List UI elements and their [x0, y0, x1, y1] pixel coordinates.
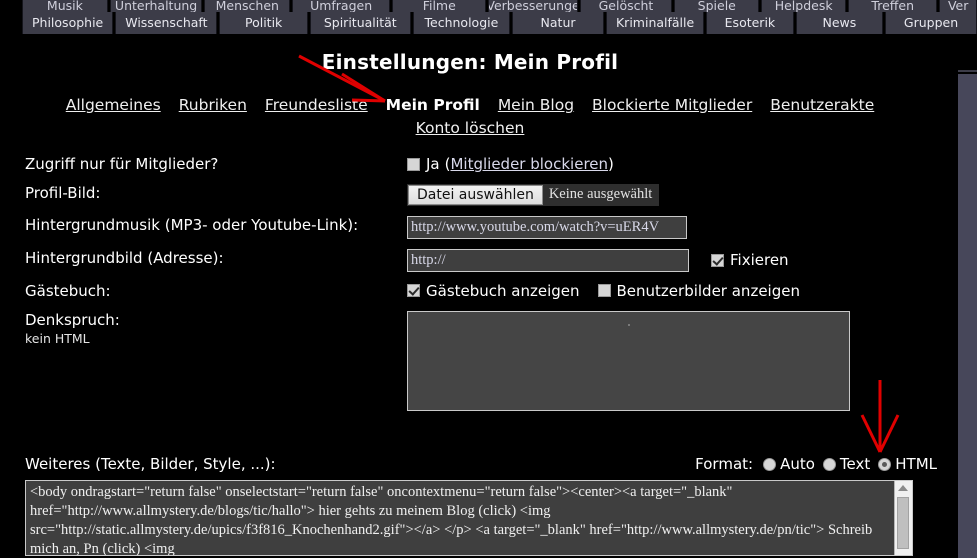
- category-navigation: Musik Unterhaltung Menschen Umfragen Filme Ve…: [0, 0, 977, 36]
- format-radio-auto[interactable]: [763, 457, 777, 471]
- settings-tabs: Allgemeines Rubriken Freundesliste Mein Pro…: [20, 96, 920, 137]
- access-checkbox-label: Ja: [426, 155, 440, 173]
- background-music-control: http://www.youtube.com/watch?v=uER4V: [407, 215, 940, 239]
- row-background-music: Hintergrundmusik (MP3- oder Youtube-Link…: [0, 215, 940, 239]
- show-guestbook-label: Gästebuch anzeigen: [426, 281, 580, 300]
- tab-blockierte-mitglieder[interactable]: Blockierte Mitglieder: [592, 96, 752, 114]
- access-label: Zugriff nur für Mitglieder?: [25, 155, 219, 173]
- more-textarea[interactable]: <body ondragstart="return false" onselec…: [26, 481, 894, 555]
- category-tab-partial[interactable]: Treffen: [848, 0, 938, 12]
- guestbook-label: Gästebuch:: [25, 281, 111, 300]
- textarea-scrollbar[interactable]: [894, 481, 912, 555]
- row-motto: Denkspruch: kein HTML: [0, 310, 940, 411]
- fix-background-checkbox[interactable]: [711, 253, 724, 267]
- format-radio-html[interactable]: [878, 457, 892, 471]
- members-only-checkbox[interactable]: [407, 157, 420, 171]
- format-radio-group: Format: Auto Text HTML: [695, 455, 937, 473]
- profile-image-label: Profil-Bild:: [25, 183, 101, 202]
- format-radio-text[interactable]: [822, 457, 836, 471]
- block-members-link[interactable]: Mitglieder blockieren: [450, 155, 608, 173]
- category-tab[interactable]: News: [795, 12, 884, 34]
- show-guestbook-checkbox[interactable]: [407, 284, 420, 298]
- caret-dot: [628, 323, 630, 326]
- category-tab-partial[interactable]: Filme: [392, 0, 487, 12]
- format-radio-label-auto: Auto: [780, 455, 815, 473]
- profile-image-file-input[interactable]: Datei auswählen Keine ausgewählt: [407, 183, 660, 206]
- category-tab-partial[interactable]: Unterhaltung: [109, 0, 203, 12]
- category-nav-row-partial: Musik Unterhaltung Menschen Umfragen Filme Ve…: [0, 0, 977, 12]
- page-title: Einstellungen: Mein Profil: [321, 50, 619, 74]
- tab-freundesliste[interactable]: Freundesliste: [265, 96, 368, 114]
- paren-close: ): [608, 155, 614, 173]
- scroll-up-arrow-icon[interactable]: [898, 485, 908, 491]
- background-image-control: http:// Fixieren: [407, 248, 940, 272]
- tabs-row-secondary: Konto löschen: [20, 119, 920, 137]
- motto-sublabel: kein HTML: [25, 331, 90, 347]
- access-control: Ja ( Mitglieder blockieren ): [407, 155, 940, 173]
- category-tab-partial[interactable]: Ver: [939, 0, 977, 12]
- format-radio-label-text: Text: [839, 455, 871, 473]
- background-image-label: Hintergrundbild (Adresse):: [25, 248, 224, 267]
- background-music-label: Hintergrundmusik (MP3- oder Youtube-Link…: [25, 215, 359, 234]
- right-sidebar-clipped: [958, 72, 977, 558]
- format-label: Format:: [695, 455, 754, 473]
- category-tab-partial[interactable]: Menschen: [204, 0, 291, 12]
- fix-background-label: Fixieren: [730, 251, 789, 270]
- category-tab[interactable]: Wissenschaft: [115, 12, 218, 34]
- category-tab-partial[interactable]: Musik: [22, 0, 108, 12]
- category-tab-partial[interactable]: Spiele: [674, 0, 760, 12]
- more-textarea-wrapper: <body ondragstart="return false" onselec…: [25, 480, 913, 556]
- category-tab[interactable]: Gruppen: [885, 12, 977, 34]
- row-background-image: Hintergrundbild (Adresse): http:// Fixie…: [0, 248, 940, 272]
- category-tab-partial[interactable]: Gelöscht: [579, 0, 673, 12]
- category-tab[interactable]: Technologie: [412, 12, 511, 34]
- motto-textarea[interactable]: [407, 310, 850, 411]
- tabs-row-primary: Allgemeines Rubriken Freundesliste Mein Pro…: [20, 96, 920, 114]
- tab-benutzerakte[interactable]: Benutzerakte: [770, 96, 874, 114]
- category-tab[interactable]: Natur: [512, 12, 604, 34]
- category-tab[interactable]: Politik: [219, 12, 308, 34]
- more-label: Weiteres (Texte, Bilder, Style, ...):: [25, 455, 276, 473]
- category-nav-row-main: Philosophie Wissenschaft Politik Spirituali…: [0, 12, 977, 36]
- more-section-header: Weiteres (Texte, Bilder, Style, ...): Fo…: [25, 455, 937, 473]
- category-tab-partial[interactable]: Verbesserunge: [488, 0, 578, 12]
- category-tab[interactable]: Esoterik: [706, 12, 794, 34]
- motto-label-text: Denkspruch:: [25, 310, 120, 329]
- background-image-input[interactable]: http://: [407, 248, 689, 272]
- profile-image-control: Datei auswählen Keine ausgewählt: [407, 183, 940, 206]
- choose-file-button[interactable]: Datei auswählen: [408, 184, 543, 205]
- format-radio-label-html: HTML: [895, 455, 937, 473]
- category-tab[interactable]: Philosophie: [22, 12, 114, 34]
- tab-konto-löschen[interactable]: Konto löschen: [416, 119, 525, 137]
- motto-label: Denkspruch: kein HTML: [25, 311, 407, 347]
- motto-control: [407, 310, 940, 411]
- file-status-text: Keine ausgewählt: [548, 186, 653, 203]
- nav-separator: [0, 34, 977, 36]
- category-tab-partial[interactable]: Helpdesk: [761, 0, 847, 12]
- category-tab[interactable]: Spiritualität: [309, 12, 411, 34]
- row-access: Zugriff nur für Mitglieder? Ja ( Mitglie…: [0, 155, 940, 174]
- tab-allgemeines[interactable]: Allgemeines: [66, 96, 161, 114]
- category-tab[interactable]: Kriminalfälle: [605, 12, 705, 34]
- background-music-input[interactable]: http://www.youtube.com/watch?v=uER4V: [407, 215, 687, 239]
- row-profile-image: Profil-Bild: Datei auswählen Keine ausge…: [0, 183, 940, 206]
- show-userimages-checkbox[interactable]: [597, 284, 611, 298]
- scrollbar-thumb[interactable]: [897, 497, 909, 549]
- guestbook-control: Gästebuch anzeigen Benutzerbilder anzeig…: [407, 282, 940, 300]
- tab-mein-profil[interactable]: Mein Profil: [386, 96, 480, 114]
- show-userimages-label: Benutzerbilder anzeigen: [616, 281, 800, 300]
- tab-rubriken[interactable]: Rubriken: [179, 96, 247, 114]
- tab-mein-blog[interactable]: Mein Blog: [498, 96, 574, 114]
- row-guestbook: Gästebuch: Gästebuch anzeigen Benutzerbi…: [0, 282, 940, 301]
- profile-settings-form: Zugriff nur für Mitglieder? Ja ( Mitglie…: [0, 155, 940, 421]
- category-tab-partial[interactable]: Umfragen: [292, 0, 391, 12]
